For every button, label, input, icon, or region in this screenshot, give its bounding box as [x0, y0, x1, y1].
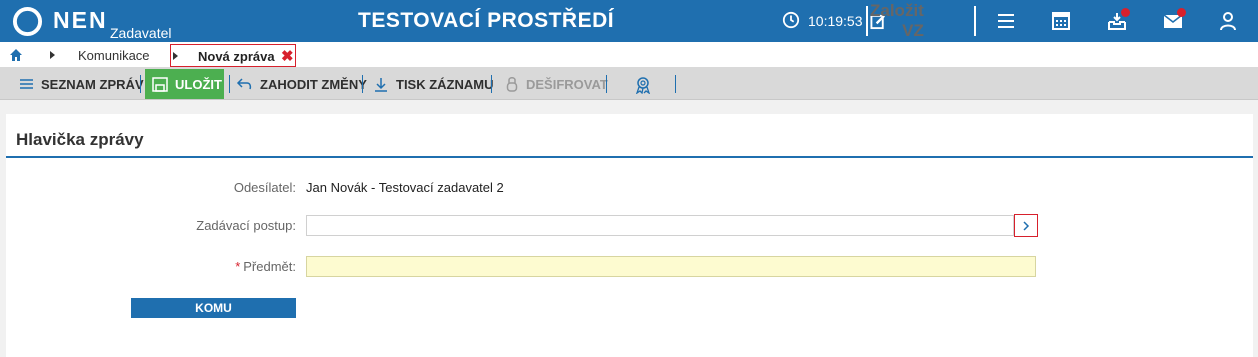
toolbar-divider [491, 75, 492, 93]
print-record-label: TISK ZÁZNAMU [396, 76, 494, 92]
logo-subtitle: Zadavatel [110, 25, 172, 41]
calculator-icon[interactable] [1050, 10, 1072, 32]
session-clock: 10:19:53 [808, 13, 863, 29]
undo-icon [236, 78, 252, 90]
toolbar: SEZNAM ZPRÁV ULOŽIT ZAHODIT ZMĚNY TISK Z… [0, 68, 1258, 100]
save-icon [152, 76, 168, 92]
to-button[interactable]: KOMU [131, 298, 296, 318]
environment-title: TESTOVACÍ PROSTŘEDÍ [358, 9, 615, 32]
procedure-picker-button[interactable] [1014, 214, 1038, 237]
logo-text[interactable]: NEN [53, 7, 108, 34]
header-divider [866, 6, 868, 36]
sender-value: Jan Novák - Testovací zadavatel 2 [306, 180, 504, 195]
download-icon [375, 77, 387, 92]
breadcrumb-arrow-icon [50, 51, 55, 59]
save-button[interactable]: ULOŽIT [145, 69, 224, 99]
inbox-badge [1121, 8, 1130, 17]
discard-changes-button[interactable]: ZAHODIT ZMĚNY [236, 68, 367, 100]
subject-label-wrapper: * Předmět: [150, 259, 296, 274]
breadcrumb-item-active: Nová zpráva [198, 49, 275, 64]
mail-badge [1177, 8, 1186, 17]
toolbar-divider [229, 75, 230, 93]
toolbar-divider [606, 75, 607, 93]
lock-icon [506, 77, 518, 92]
sender-label: Odesílatel: [233, 180, 296, 195]
list-icon [20, 79, 33, 89]
procedure-label: Zadávací postup: [196, 218, 296, 233]
subject-label: Předmět: [243, 259, 296, 274]
required-marker: * [235, 259, 241, 274]
toolbar-divider [140, 75, 141, 93]
top-bar: NEN Zadavatel TESTOVACÍ PROSTŘEDÍ 10:19:… [0, 0, 1258, 42]
chevron-right-icon [1023, 220, 1030, 231]
user-icon[interactable] [1217, 10, 1239, 32]
message-list-label: SEZNAM ZPRÁV [41, 76, 144, 92]
procedure-input[interactable] [306, 215, 1014, 236]
clock-icon [782, 11, 800, 29]
nen-logo-icon[interactable] [12, 6, 43, 37]
breadcrumb-active-tab[interactable]: Nová zpráva ✖ [170, 44, 296, 67]
toolbar-divider [362, 75, 363, 93]
decrypt-label: DEŠIFROVAT [526, 76, 608, 92]
create-vz-button[interactable]: Založit VZ [870, 1, 924, 40]
breadcrumb-arrow-icon [173, 52, 178, 60]
breadcrumb-item-komunikace[interactable]: Komunikace [78, 48, 150, 63]
print-record-button[interactable]: TISK ZÁZNAMU [374, 68, 494, 100]
certificate-icon[interactable] [634, 76, 652, 94]
menu-icon[interactable] [995, 10, 1017, 32]
panel-title-underline [6, 156, 1253, 158]
subject-input[interactable] [306, 256, 1036, 277]
home-icon[interactable] [9, 48, 23, 62]
toolbar-divider [675, 75, 676, 93]
close-tab-icon[interactable]: ✖ [281, 47, 294, 65]
message-list-button[interactable]: SEZNAM ZPRÁV [20, 68, 144, 100]
create-vz-label: Založit VZ [870, 1, 924, 40]
decrypt-button[interactable]: DEŠIFROVAT [506, 68, 608, 100]
discard-changes-label: ZAHODIT ZMĚNY [260, 76, 367, 92]
header-divider [974, 6, 976, 36]
panel-title: Hlavička zprávy [16, 130, 144, 149]
save-label: ULOŽIT [175, 76, 222, 92]
